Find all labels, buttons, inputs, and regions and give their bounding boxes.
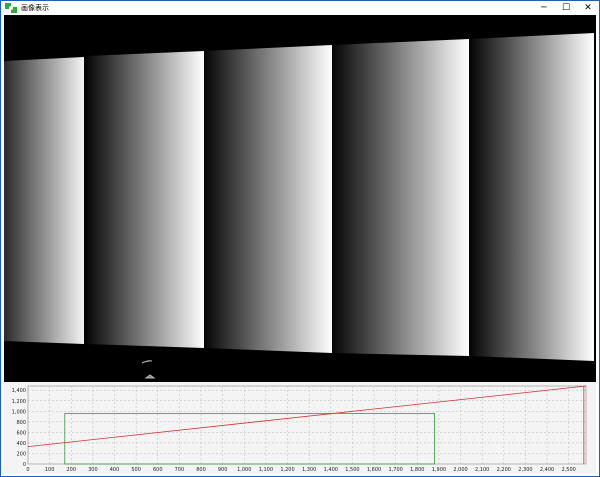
- close-button[interactable]: ✕: [577, 1, 599, 15]
- x-tick-label: 1,400: [324, 467, 338, 473]
- x-tick-label: 2,000: [453, 467, 467, 473]
- y-tick-label: 1,400: [12, 388, 26, 394]
- x-tick-label: 200: [66, 467, 76, 473]
- x-tick-label: 1,800: [410, 467, 424, 473]
- image-view[interactable]: [4, 15, 596, 382]
- plot-frame: [27, 385, 587, 465]
- fringe-stripe-4: [332, 39, 469, 356]
- x-tick-label: 300: [88, 467, 98, 473]
- x-tick-label: 1,500: [345, 467, 359, 473]
- y-tick-label: 400: [16, 441, 26, 447]
- x-tick-label: 2,500: [562, 467, 576, 473]
- x-tick-label: 800: [196, 467, 206, 473]
- x-tick-label: 700: [175, 467, 185, 473]
- x-tick-label: 1,300: [302, 467, 316, 473]
- profile-chart[interactable]: 0 200 400 600 800 1,000 1,200 1,400 0 100 200 300 40…: [4, 382, 596, 474]
- app-icon: [5, 3, 17, 13]
- y-tick-label: 600: [16, 430, 26, 436]
- fringe-stripe-5: [470, 33, 594, 361]
- x-tick-label: 1,200: [280, 467, 294, 473]
- profile-chart-svg: 02004006008001,0001,2001,4000 100 200 300 40…: [12, 385, 587, 473]
- window-title: 画像表示: [21, 4, 49, 12]
- x-tick-label: 100: [45, 467, 55, 473]
- x-tick-label: 600: [153, 467, 163, 473]
- fringe-stripe-2: [86, 51, 204, 348]
- x-tick-label: 2,200: [497, 467, 511, 473]
- fringe-image: [4, 33, 594, 379]
- maximize-button[interactable]: ☐: [555, 1, 577, 15]
- x-tick-label: 0: [26, 467, 29, 473]
- image-display-window: 画像表示 ─ ☐ ✕ 0 200 400 600 800 1,000 1,200…: [0, 0, 600, 477]
- x-tick-label: 1,000: [237, 467, 251, 473]
- x-tick-label: 2,300: [518, 467, 532, 473]
- x-tick-label: 1,600: [367, 467, 381, 473]
- y-tick-label: 800: [16, 420, 26, 426]
- x-tick-label: 900: [218, 467, 228, 473]
- fringe-stripe-1: [4, 57, 84, 344]
- minimize-button[interactable]: ─: [533, 1, 555, 15]
- artifact-mark: [141, 360, 156, 379]
- x-tick-label: 500: [131, 467, 141, 473]
- y-tick-label: 1,200: [12, 399, 26, 405]
- fringe-stripe-3: [204, 45, 332, 353]
- x-tick-label: 1,900: [432, 467, 446, 473]
- x-tick-label: 400: [110, 467, 120, 473]
- x-tick-label: 2,400: [540, 467, 554, 473]
- x-tick-label: 1,100: [259, 467, 273, 473]
- y-tick-label: 1,000: [12, 409, 26, 415]
- y-tick-label: 200: [16, 451, 26, 457]
- x-tick-label: 1,700: [389, 467, 403, 473]
- x-tick-label: 2,100: [475, 467, 489, 473]
- title-bar[interactable]: 画像表示 ─ ☐ ✕: [1, 1, 599, 15]
